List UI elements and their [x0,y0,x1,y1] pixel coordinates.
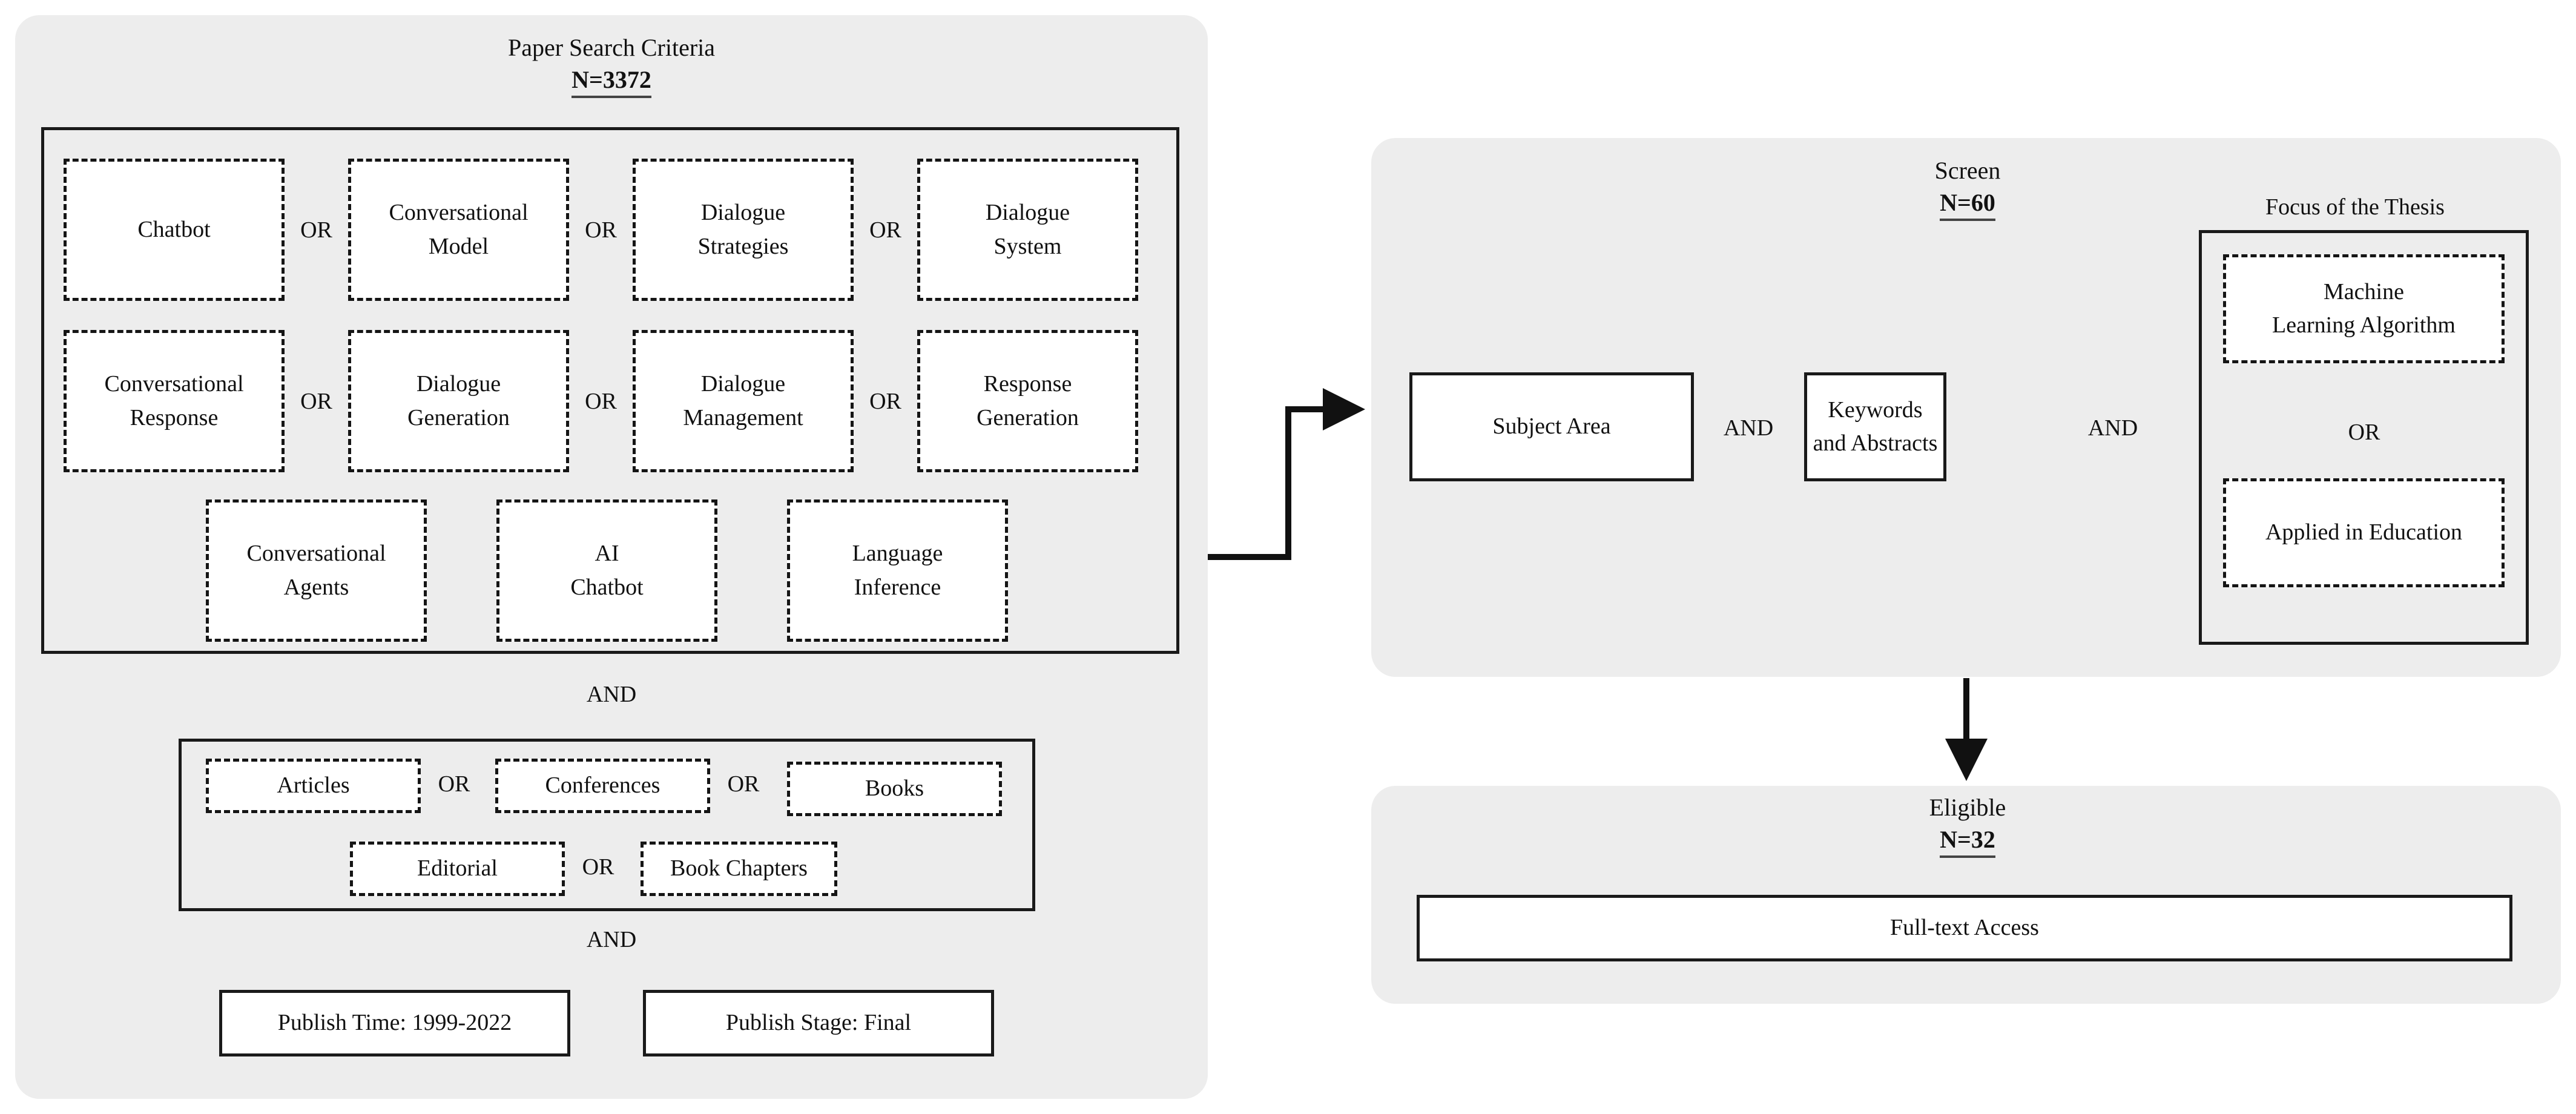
keyword-label-line1: Response [983,371,1072,397]
doctype-books[interactable]: Books [787,762,1002,816]
op-or-row1-1: OR [300,217,332,243]
focus-label-line1: Applied in Education [2265,519,2463,545]
doctype-label: Books [865,776,924,802]
doctype-label: Conferences [545,773,660,799]
search-to-screen-arrow [1208,388,1365,560]
keyword-dialogue-management[interactable]: Dialogue Management [633,330,854,472]
keyword-label-line1: Dialogue [985,200,1070,226]
keyword-ai-chatbot[interactable]: AI Chatbot [496,499,717,642]
paper-search-criteria-count: N=3372 [572,65,651,99]
op-and-after-keywords: AND [586,682,637,707]
keyword-label-line2: Strategies [697,233,789,259]
paper-search-criteria-title: Paper Search Criteria [507,34,716,61]
keyword-language-inference[interactable]: Language Inference [787,499,1008,642]
diagram-canvas: Paper Search Criteria N=3372 Chatbot OR … [0,0,2576,1114]
screen-panel-title: Screen [1934,157,2001,184]
keyword-conversational-model[interactable]: Conversational Model [348,159,569,301]
eligible-panel-title: Eligible [1929,794,2006,821]
keyword-label-line2: System [993,233,1062,259]
keyword-label-line1: Conversational [246,541,386,567]
screen-criterion-label-line2: Abstracts [1850,430,1938,456]
keyword-label-line2: Management [683,404,803,430]
op-or-row2-3: OR [869,389,901,414]
op-and-screen-1: AND [1723,415,1774,441]
keyword-label-line1: Conversational [104,371,244,397]
keyword-label-line2: Agents [283,574,349,600]
doctype-editorial[interactable]: Editorial [350,842,565,896]
keyword-conversational-agents[interactable]: Conversational Agents [206,499,427,642]
op-or-row2-2: OR [585,389,617,414]
screen-panel-count: N=60 [1940,188,1995,222]
doctype-conferences[interactable]: Conferences [495,759,710,813]
op-or-row1-3: OR [869,217,901,243]
keyword-label-line1: Dialogue [700,371,786,397]
op-or-focus: OR [2348,420,2380,445]
keyword-label-line2: Chatbot [570,574,644,600]
filter-publish-time[interactable]: Publish Time: 1999-2022 [219,990,570,1056]
filter-publish-stage[interactable]: Publish Stage: Final [643,990,994,1056]
keyword-label-line1: Dialogue [416,371,501,397]
filter-label: Publish Time: 1999-2022 [277,1010,512,1036]
eligible-full-text-access[interactable]: Full-text Access [1417,895,2512,961]
keyword-label-line2: Model [428,233,489,259]
op-or-row1-2: OR [585,217,617,243]
doctype-book-chapters[interactable]: Book Chapters [641,842,837,896]
keyword-label: Chatbot [137,216,211,242]
focus-label-line2: Learning Algorithm [2272,312,2456,338]
eligible-box-label: Full-text Access [1890,915,2039,941]
keyword-label-line2: Response [130,404,219,430]
keyword-dialogue-generation[interactable]: Dialogue Generation [348,330,569,472]
keyword-label-line2: Inference [854,574,941,600]
op-or-doctype-3: OR [582,854,614,880]
doctype-label: Articles [277,773,350,799]
op-and-after-doctypes: AND [586,927,637,952]
keyword-dialogue-system[interactable]: Dialogue System [917,159,1138,301]
screen-criterion-subject-area[interactable]: Subject Area [1409,372,1694,481]
op-or-row2-1: OR [300,389,332,414]
keyword-conversational-response[interactable]: Conversational Response [64,330,285,472]
screen-criterion-keywords-abstracts[interactable]: Keywords and Abstracts [1804,372,1946,481]
doctype-articles[interactable]: Articles [206,759,421,813]
screen-panel-header: Screen N=60 [1774,156,2161,222]
focus-machine-learning-algorithm[interactable]: Machine Learning Algorithm [2223,254,2505,363]
focus-applied-in-education[interactable]: Applied in Education [2223,478,2505,587]
screen-criterion-label-line1: Subject Area [1492,414,1611,440]
op-and-screen-2: AND [2087,415,2138,441]
keyword-label-line2: Generation [977,404,1079,430]
focus-of-thesis-label: Focus of the Thesis [2265,194,2445,220]
doctype-label: Editorial [417,855,498,882]
keyword-label-line1: Language [852,541,943,567]
op-or-doctype-1: OR [438,771,470,797]
op-or-doctype-2: OR [727,771,760,797]
keyword-label-line1: Dialogue [700,200,786,226]
keyword-label-line2: Generation [407,404,510,430]
eligible-panel-count: N=32 [1940,825,1995,859]
doctype-label: Book Chapters [670,855,808,882]
eligible-panel-header: Eligible N=32 [1774,793,2161,859]
keyword-label-line1: Conversational [389,200,529,226]
focus-label-line1: Machine [2324,278,2404,305]
keyword-dialogue-strategies[interactable]: Dialogue Strategies [633,159,854,301]
filter-label: Publish Stage: Final [725,1010,912,1036]
keyword-response-generation[interactable]: Response Generation [917,330,1138,472]
paper-search-criteria-header: Paper Search Criteria N=3372 [339,33,884,99]
keyword-label-line1: AI [595,541,619,567]
keyword-chatbot[interactable]: Chatbot [64,159,285,301]
